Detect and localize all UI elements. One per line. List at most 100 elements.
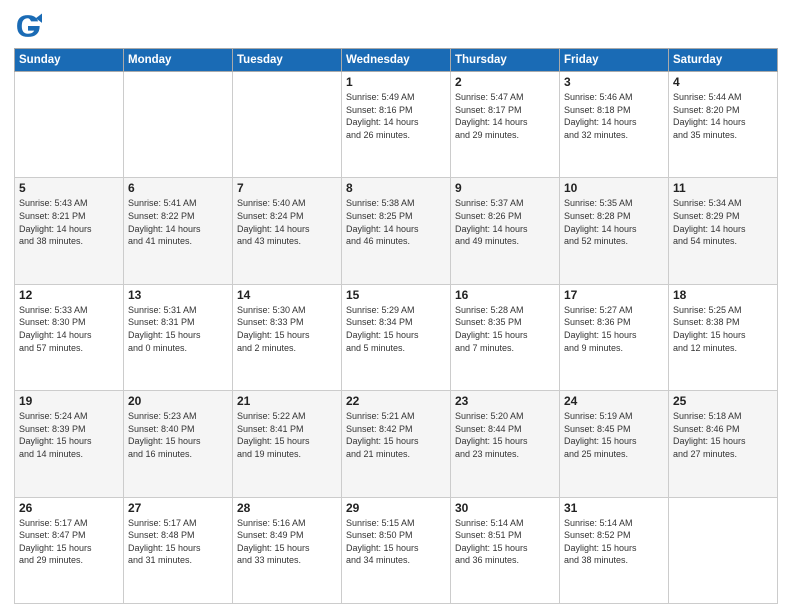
day-number: 8 [346, 181, 446, 195]
day-number: 15 [346, 288, 446, 302]
day-info: Sunrise: 5:17 AM Sunset: 8:47 PM Dayligh… [19, 517, 119, 567]
weekday-header-saturday: Saturday [669, 49, 778, 72]
day-cell: 29 Sunrise: 5:15 AM Sunset: 8:50 PM Dayli… [342, 497, 451, 603]
day-info: Sunrise: 5:19 AM Sunset: 8:45 PM Dayligh… [564, 410, 664, 460]
day-info: Sunrise: 5:29 AM Sunset: 8:34 PM Dayligh… [346, 304, 446, 354]
day-info: Sunrise: 5:35 AM Sunset: 8:28 PM Dayligh… [564, 197, 664, 247]
day-info: Sunrise: 5:22 AM Sunset: 8:41 PM Dayligh… [237, 410, 337, 460]
day-cell: 1 Sunrise: 5:49 AM Sunset: 8:16 PM Daylig… [342, 72, 451, 178]
day-info: Sunrise: 5:40 AM Sunset: 8:24 PM Dayligh… [237, 197, 337, 247]
day-number: 1 [346, 75, 446, 89]
day-number: 17 [564, 288, 664, 302]
day-number: 5 [19, 181, 119, 195]
day-info: Sunrise: 5:16 AM Sunset: 8:49 PM Dayligh… [237, 517, 337, 567]
day-cell: 3 Sunrise: 5:46 AM Sunset: 8:18 PM Daylig… [560, 72, 669, 178]
day-cell [233, 72, 342, 178]
day-number: 10 [564, 181, 664, 195]
day-cell: 14 Sunrise: 5:30 AM Sunset: 8:33 PM Dayli… [233, 284, 342, 390]
day-cell: 7 Sunrise: 5:40 AM Sunset: 8:24 PM Daylig… [233, 178, 342, 284]
day-cell [15, 72, 124, 178]
day-cell: 21 Sunrise: 5:22 AM Sunset: 8:41 PM Dayli… [233, 391, 342, 497]
day-cell: 24 Sunrise: 5:19 AM Sunset: 8:45 PM Dayli… [560, 391, 669, 497]
day-cell: 6 Sunrise: 5:41 AM Sunset: 8:22 PM Daylig… [124, 178, 233, 284]
day-info: Sunrise: 5:27 AM Sunset: 8:36 PM Dayligh… [564, 304, 664, 354]
day-number: 3 [564, 75, 664, 89]
day-info: Sunrise: 5:15 AM Sunset: 8:50 PM Dayligh… [346, 517, 446, 567]
logo [14, 12, 46, 40]
day-number: 13 [128, 288, 228, 302]
day-number: 11 [673, 181, 773, 195]
day-cell: 13 Sunrise: 5:31 AM Sunset: 8:31 PM Dayli… [124, 284, 233, 390]
day-cell: 8 Sunrise: 5:38 AM Sunset: 8:25 PM Daylig… [342, 178, 451, 284]
day-number: 9 [455, 181, 555, 195]
day-cell: 19 Sunrise: 5:24 AM Sunset: 8:39 PM Dayli… [15, 391, 124, 497]
page: SundayMondayTuesdayWednesdayThursdayFrid… [0, 0, 792, 612]
weekday-header-friday: Friday [560, 49, 669, 72]
day-cell: 12Sunrise: 5:33 AM Sunset: 8:30 PM Dayli… [15, 284, 124, 390]
day-info: Sunrise: 5:25 AM Sunset: 8:38 PM Dayligh… [673, 304, 773, 354]
weekday-header-thursday: Thursday [451, 49, 560, 72]
day-number: 12 [19, 288, 119, 302]
weekday-header-row: SundayMondayTuesdayWednesdayThursdayFrid… [15, 49, 778, 72]
day-number: 27 [128, 501, 228, 515]
day-number: 6 [128, 181, 228, 195]
day-number: 28 [237, 501, 337, 515]
day-cell: 17 Sunrise: 5:27 AM Sunset: 8:36 PM Dayli… [560, 284, 669, 390]
day-cell: 4 Sunrise: 5:44 AM Sunset: 8:20 PM Daylig… [669, 72, 778, 178]
day-number: 4 [673, 75, 773, 89]
week-row-5: 26 Sunrise: 5:17 AM Sunset: 8:47 PM Dayli… [15, 497, 778, 603]
day-cell: 26 Sunrise: 5:17 AM Sunset: 8:47 PM Dayli… [15, 497, 124, 603]
day-number: 21 [237, 394, 337, 408]
day-cell: 31Sunrise: 5:14 AM Sunset: 8:52 PM Dayli… [560, 497, 669, 603]
day-cell: 10 Sunrise: 5:35 AM Sunset: 8:28 PM Dayli… [560, 178, 669, 284]
weekday-header-tuesday: Tuesday [233, 49, 342, 72]
day-number: 14 [237, 288, 337, 302]
day-info: Sunrise: 5:41 AM Sunset: 8:22 PM Dayligh… [128, 197, 228, 247]
day-cell: 16 Sunrise: 5:28 AM Sunset: 8:35 PM Dayli… [451, 284, 560, 390]
day-number: 18 [673, 288, 773, 302]
day-info: Sunrise: 5:28 AM Sunset: 8:35 PM Dayligh… [455, 304, 555, 354]
day-info: Sunrise: 5:37 AM Sunset: 8:26 PM Dayligh… [455, 197, 555, 247]
day-cell: 25Sunrise: 5:18 AM Sunset: 8:46 PM Dayli… [669, 391, 778, 497]
day-cell: 2 Sunrise: 5:47 AM Sunset: 8:17 PM Daylig… [451, 72, 560, 178]
day-info: Sunrise: 5:23 AM Sunset: 8:40 PM Dayligh… [128, 410, 228, 460]
day-number: 22 [346, 394, 446, 408]
day-number: 25 [673, 394, 773, 408]
week-row-2: 5Sunrise: 5:43 AM Sunset: 8:21 PM Daylig… [15, 178, 778, 284]
weekday-header-monday: Monday [124, 49, 233, 72]
week-row-4: 19 Sunrise: 5:24 AM Sunset: 8:39 PM Dayli… [15, 391, 778, 497]
day-number: 26 [19, 501, 119, 515]
weekday-header-sunday: Sunday [15, 49, 124, 72]
day-number: 24 [564, 394, 664, 408]
day-number: 31 [564, 501, 664, 515]
day-cell: 15 Sunrise: 5:29 AM Sunset: 8:34 PM Dayli… [342, 284, 451, 390]
day-info: Sunrise: 5:47 AM Sunset: 8:17 PM Dayligh… [455, 91, 555, 141]
day-number: 23 [455, 394, 555, 408]
day-cell: 30Sunrise: 5:14 AM Sunset: 8:51 PM Dayli… [451, 497, 560, 603]
header [14, 12, 778, 40]
day-info: Sunrise: 5:49 AM Sunset: 8:16 PM Dayligh… [346, 91, 446, 141]
day-info: Sunrise: 5:38 AM Sunset: 8:25 PM Dayligh… [346, 197, 446, 247]
week-row-1: 1 Sunrise: 5:49 AM Sunset: 8:16 PM Daylig… [15, 72, 778, 178]
day-info: Sunrise: 5:44 AM Sunset: 8:20 PM Dayligh… [673, 91, 773, 141]
day-cell: 5Sunrise: 5:43 AM Sunset: 8:21 PM Daylig… [15, 178, 124, 284]
day-info: Sunrise: 5:30 AM Sunset: 8:33 PM Dayligh… [237, 304, 337, 354]
day-number: 16 [455, 288, 555, 302]
day-info: Sunrise: 5:24 AM Sunset: 8:39 PM Dayligh… [19, 410, 119, 460]
day-number: 7 [237, 181, 337, 195]
day-cell: 23 Sunrise: 5:20 AM Sunset: 8:44 PM Dayli… [451, 391, 560, 497]
day-info: Sunrise: 5:21 AM Sunset: 8:42 PM Dayligh… [346, 410, 446, 460]
day-number: 20 [128, 394, 228, 408]
day-number: 29 [346, 501, 446, 515]
day-info: Sunrise: 5:20 AM Sunset: 8:44 PM Dayligh… [455, 410, 555, 460]
day-cell: 9 Sunrise: 5:37 AM Sunset: 8:26 PM Daylig… [451, 178, 560, 284]
day-number: 2 [455, 75, 555, 89]
day-info: Sunrise: 5:17 AM Sunset: 8:48 PM Dayligh… [128, 517, 228, 567]
day-info: Sunrise: 5:46 AM Sunset: 8:18 PM Dayligh… [564, 91, 664, 141]
day-info: Sunrise: 5:31 AM Sunset: 8:31 PM Dayligh… [128, 304, 228, 354]
day-cell [124, 72, 233, 178]
day-cell: 22 Sunrise: 5:21 AM Sunset: 8:42 PM Dayli… [342, 391, 451, 497]
week-row-3: 12Sunrise: 5:33 AM Sunset: 8:30 PM Dayli… [15, 284, 778, 390]
day-cell: 27 Sunrise: 5:17 AM Sunset: 8:48 PM Dayli… [124, 497, 233, 603]
day-number: 19 [19, 394, 119, 408]
